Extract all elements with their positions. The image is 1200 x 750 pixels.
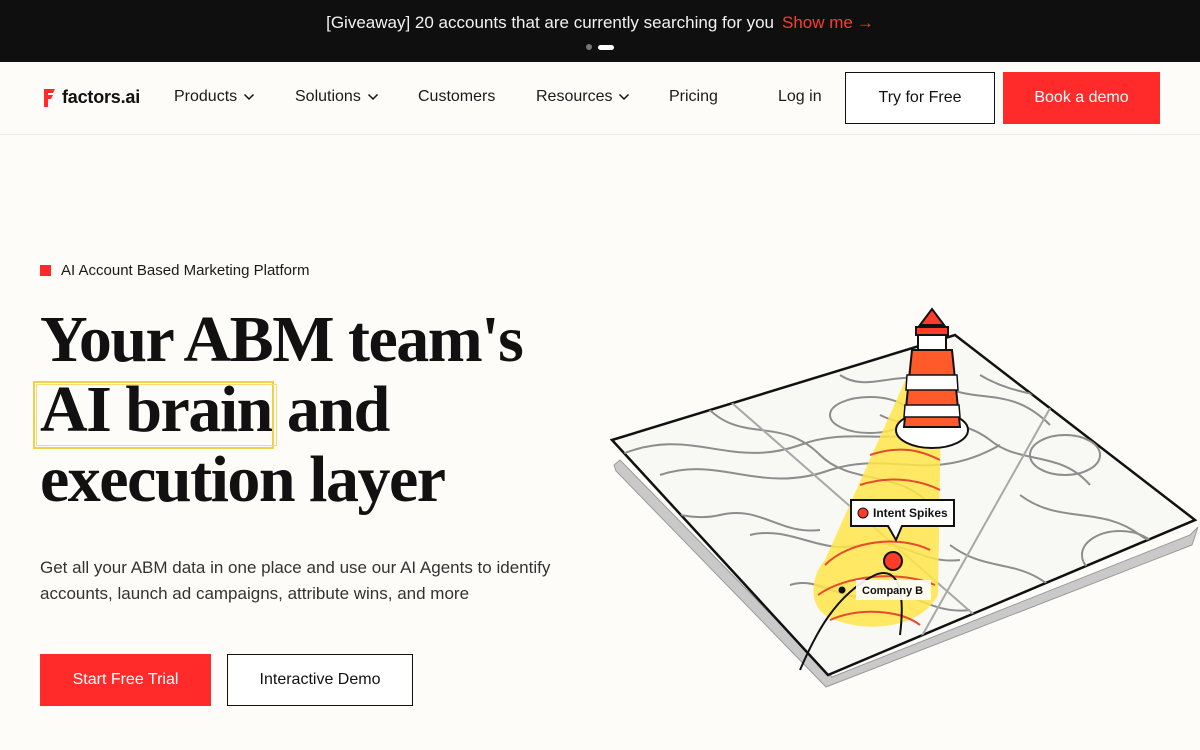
headline-line-2-rest: and	[271, 373, 390, 446]
hero-illustration: Intent Spikes Company B	[609, 307, 1199, 688]
announcement-text: [Giveaway] 20 accounts that are currentl…	[326, 13, 775, 32]
start-free-trial-button[interactable]: Start Free Trial	[40, 654, 211, 706]
nav-solutions-label: Solutions	[295, 88, 361, 105]
nav-customers-label: Customers	[418, 88, 496, 105]
nav-resources-label: Resources	[536, 88, 613, 105]
carousel-dots	[586, 44, 614, 50]
login-label: Log in	[778, 88, 822, 105]
arrow-right-icon[interactable]: →	[857, 13, 874, 32]
main-nav: factors.ai Products Solutions Customers …	[0, 62, 1200, 135]
carousel-dot-1[interactable]	[586, 44, 592, 50]
headline-line-3: execution layer	[40, 443, 446, 516]
hero-eyebrow-text: AI Account Based Marketing Platform	[61, 262, 310, 279]
announcement-show-me-link[interactable]: Show me	[782, 13, 853, 32]
nav-products[interactable]: Products	[174, 88, 255, 106]
red-square-icon	[40, 265, 51, 276]
nav-resources[interactable]: Resources	[536, 88, 630, 106]
chevron-down-icon	[244, 93, 255, 101]
lighthouse-icon	[895, 307, 969, 449]
hero-eyebrow: AI Account Based Marketing Platform	[40, 262, 309, 279]
nav-customers[interactable]: Customers	[418, 88, 495, 106]
headline-highlight: AI brain	[33, 373, 277, 449]
carousel-dot-2[interactable]	[598, 44, 614, 50]
book-a-demo-button[interactable]: Book a demo	[1003, 72, 1160, 124]
hero-subtext: Get all your ABM data in one place and u…	[40, 558, 551, 603]
nav-pricing[interactable]: Pricing	[669, 88, 718, 106]
logo-text: factors.ai	[62, 87, 141, 107]
headline-line-2: AI brain and	[33, 373, 522, 449]
interactive-demo-button[interactable]: Interactive Demo	[227, 654, 413, 706]
hero-headline: Your ABM team's AI brain and execution l…	[33, 303, 524, 516]
nav-products-label: Products	[174, 88, 238, 105]
factors-logo-icon	[44, 88, 55, 107]
nav-solutions[interactable]: Solutions	[295, 88, 379, 106]
logo[interactable]: factors.ai	[42, 87, 140, 108]
company-b-callout: Company B	[856, 580, 931, 600]
company-b-label: Company B	[862, 585, 923, 597]
login-link[interactable]: Log in	[778, 88, 822, 106]
nav-pricing-label: Pricing	[669, 88, 718, 105]
announcement-bar: [Giveaway] 20 accounts that are currentl…	[0, 0, 1200, 62]
chevron-down-icon	[367, 93, 378, 101]
chevron-down-icon	[619, 93, 630, 101]
try-for-free-button[interactable]: Try for Free	[845, 72, 995, 124]
announcement-content: [Giveaway] 20 accounts that are currentl…	[0, 13, 1200, 33]
intent-spikes-label: Intent Spikes	[873, 506, 948, 520]
headline-line-1: Your ABM team's	[40, 303, 524, 376]
